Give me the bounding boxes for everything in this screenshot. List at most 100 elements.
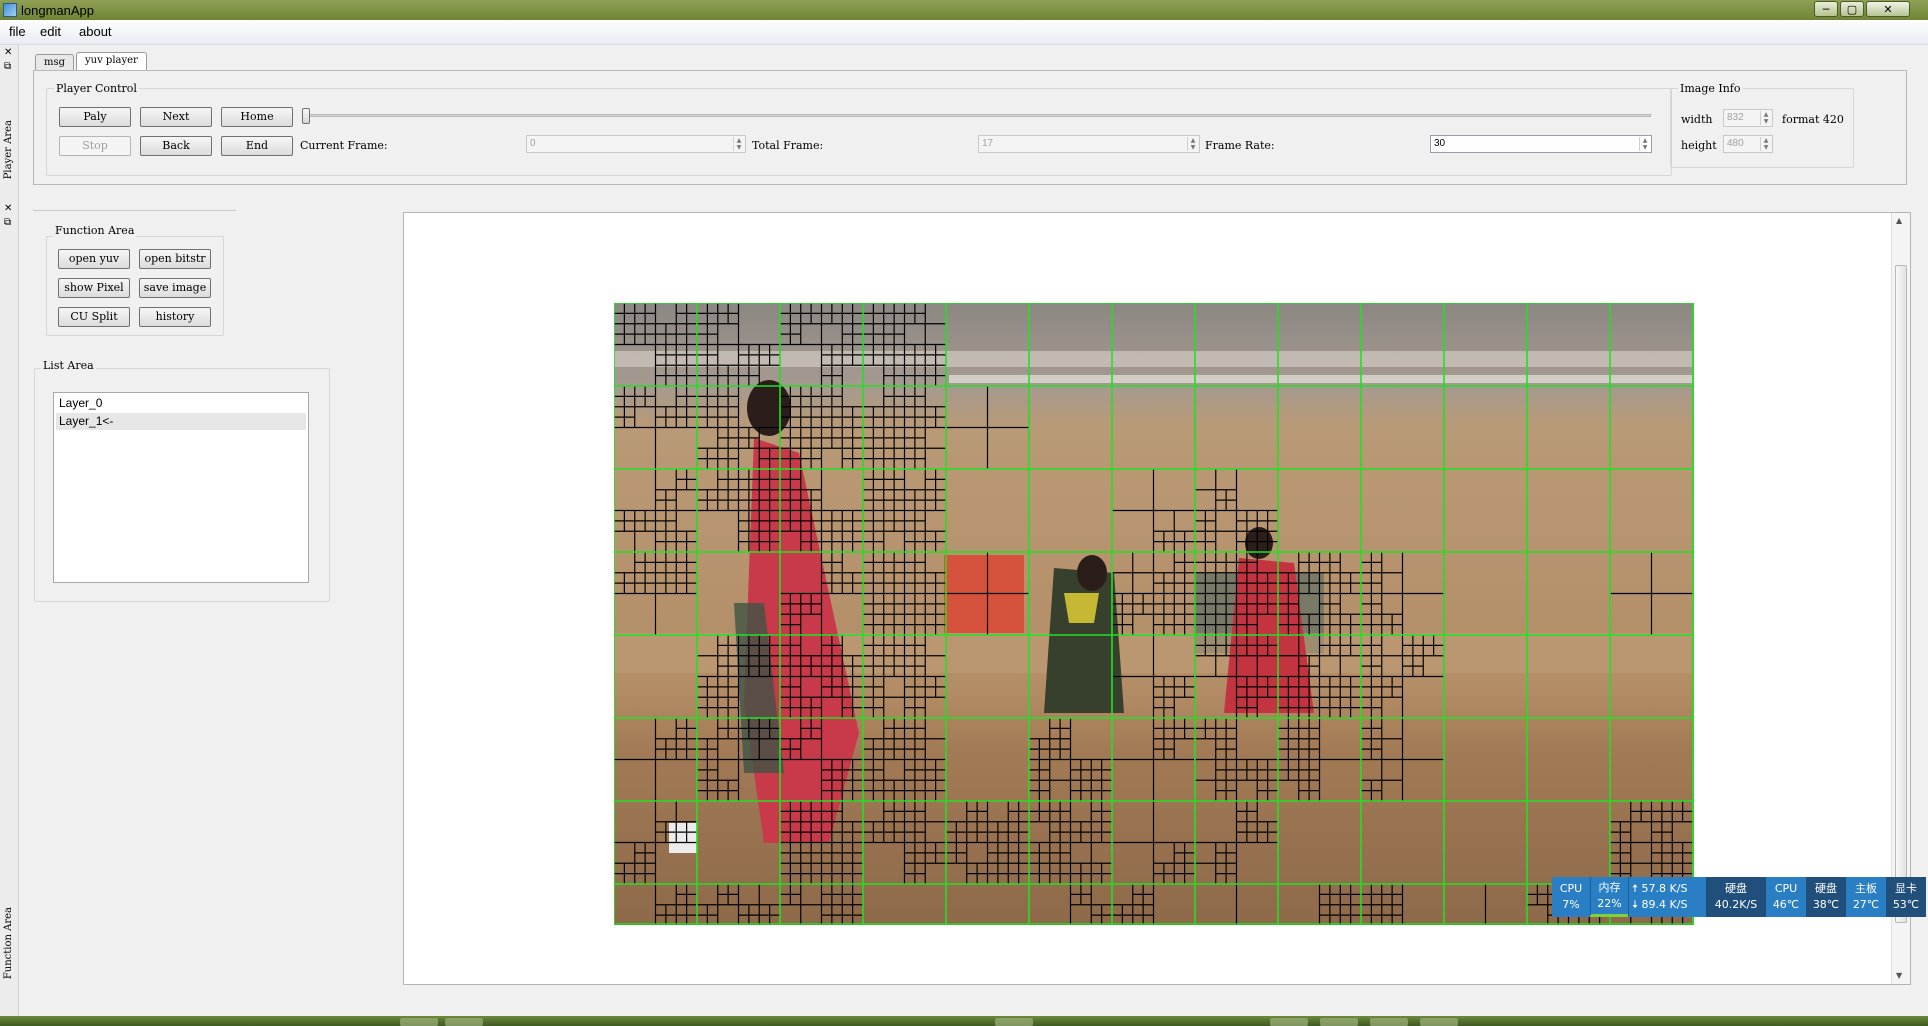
download-arrow-icon: 🠇 xyxy=(1632,898,1639,911)
next-button[interactable]: Next xyxy=(140,107,212,127)
current-frame-label: Current Frame: xyxy=(300,139,388,152)
upload-arrow-icon: 🠅 xyxy=(1632,882,1639,895)
taskbar-button[interactable] xyxy=(445,1018,483,1026)
taskbar-button[interactable] xyxy=(1270,1018,1308,1026)
disk-value: 40.2K/S xyxy=(1714,898,1758,911)
scroll-down-icon[interactable]: ▼ xyxy=(1896,971,1902,980)
frame-slider-track[interactable] xyxy=(308,114,1651,117)
frame-rate-value: 30 xyxy=(1434,138,1446,149)
memory-label: 内存 xyxy=(1598,880,1621,894)
total-frame-label: Total Frame: xyxy=(752,139,824,152)
spin-up-icon[interactable]: ▲ xyxy=(1640,137,1650,144)
disk-temp-label: 硬盘 xyxy=(1815,882,1837,895)
taskbar-button[interactable] xyxy=(1370,1018,1408,1026)
total-frame-spinbox[interactable]: 17 ▲ ▼ xyxy=(978,135,1200,153)
scrollbar-thumb[interactable] xyxy=(1895,265,1907,923)
close-button[interactable]: ✕ xyxy=(1866,1,1910,17)
open-bitstr-button[interactable]: open bitstr xyxy=(139,249,211,269)
maximize-button[interactable]: ▢ xyxy=(1840,1,1864,17)
end-button[interactable]: End xyxy=(221,136,293,156)
list-item[interactable]: Layer_1<- xyxy=(56,413,306,430)
taskbar-button[interactable] xyxy=(995,1018,1033,1026)
disk-temp-value: 38℃ xyxy=(1812,898,1840,911)
show-pixel-button[interactable]: show Pixel xyxy=(58,278,130,298)
gpu-label: 显卡 xyxy=(1895,882,1917,895)
height-spinbox[interactable]: 480 ▲ ▼ xyxy=(1723,135,1773,153)
back-button[interactable]: Back xyxy=(140,136,212,156)
image-info-group xyxy=(1670,88,1854,168)
taskbar-button[interactable] xyxy=(1420,1018,1458,1026)
frame-slider-handle[interactable] xyxy=(302,108,310,124)
spin-down-icon[interactable]: ▼ xyxy=(1761,144,1771,151)
close-dock-icon[interactable]: ✕ xyxy=(4,47,12,58)
taskbar-button[interactable] xyxy=(400,1018,438,1026)
gpu-temp-value: 53℃ xyxy=(1892,898,1920,911)
float-dock-icon[interactable]: ⧉ xyxy=(4,61,11,72)
cpu-usage: CPU 7% xyxy=(1552,877,1590,917)
spin-up-icon[interactable]: ▲ xyxy=(1761,137,1771,144)
history-button[interactable]: history xyxy=(139,307,211,327)
download-speed: 89.4 K/S xyxy=(1641,898,1688,911)
height-value: 480 xyxy=(1727,138,1744,149)
format-label: format 420 xyxy=(1782,113,1844,126)
minimize-button[interactable]: ─ xyxy=(1814,1,1838,17)
spin-down-icon[interactable]: ▼ xyxy=(1188,144,1198,151)
scroll-up-icon[interactable]: ▲ xyxy=(1896,216,1902,225)
frame-rate-spinbox[interactable]: 30 ▲ ▼ xyxy=(1430,135,1652,153)
list-item[interactable]: Layer_0 xyxy=(56,395,306,412)
memory-usage: 内存 22% xyxy=(1590,877,1628,917)
tab-msg[interactable]: msg xyxy=(35,54,75,70)
viewer-vertical-scrollbar[interactable]: ▲ ▼ xyxy=(1891,213,1910,984)
taskbar-button[interactable] xyxy=(1320,1018,1358,1026)
width-spinbox[interactable]: 832 ▲ ▼ xyxy=(1723,109,1773,127)
function-area-dock-title: Function Area xyxy=(3,907,14,980)
current-frame-spinbox[interactable]: 0 ▲ ▼ xyxy=(526,135,746,153)
menu-file[interactable]: file xyxy=(9,24,26,39)
width-value: 832 xyxy=(1727,112,1744,123)
cu-split-button[interactable]: CU Split xyxy=(58,307,130,327)
layer-list[interactable]: Layer_0 Layer_1<- xyxy=(53,392,309,583)
upload-speed: 57.8 K/S xyxy=(1641,882,1688,895)
board-label: 主板 xyxy=(1855,882,1877,895)
board-temperature: 主板 27℃ xyxy=(1846,877,1886,917)
system-monitor-widget: CPU 7% 内存 22% 🠅 57.8 K/S 🠇 89.4 K/S 硬盘 4… xyxy=(1552,877,1926,917)
home-button[interactable]: Home xyxy=(221,107,293,127)
app-icon xyxy=(3,3,17,17)
disk-label: 硬盘 xyxy=(1725,882,1747,895)
total-frame-value: 17 xyxy=(982,138,994,149)
player-area-dock-title: Player Area xyxy=(3,120,14,180)
frame-rate-label: Frame Rate: xyxy=(1205,139,1275,152)
float-dock-icon[interactable]: ⧉ xyxy=(4,217,11,228)
taskbar xyxy=(0,1016,1928,1026)
spin-down-icon[interactable]: ▼ xyxy=(734,144,744,151)
function-area-title: Function Area xyxy=(53,224,137,237)
video-frame[interactable] xyxy=(614,303,1694,925)
player-control-title: Player Control xyxy=(54,82,139,95)
spin-down-icon[interactable]: ▼ xyxy=(1761,118,1771,125)
tab-yuv-player[interactable]: yuv player xyxy=(76,52,147,70)
dock-separator xyxy=(33,210,236,211)
menu-edit[interactable]: edit xyxy=(40,24,61,39)
save-image-button[interactable]: save image xyxy=(139,278,211,298)
cpu-temp-label: CPU xyxy=(1774,882,1798,895)
list-area-title: List Area xyxy=(41,359,96,372)
network-speed: 🠅 57.8 K/S 🠇 89.4 K/S xyxy=(1628,877,1706,917)
close-dock-icon[interactable]: ✕ xyxy=(4,203,12,214)
height-label: height xyxy=(1681,139,1717,152)
stop-button[interactable]: Stop xyxy=(59,136,131,156)
play-button[interactable]: Paly xyxy=(59,107,131,127)
player-control-group xyxy=(46,88,1672,176)
open-yuv-button[interactable]: open yuv xyxy=(58,249,130,269)
width-label: width xyxy=(1681,113,1713,126)
menu-bar: file edit about xyxy=(0,20,1928,45)
menu-about[interactable]: about xyxy=(79,24,112,39)
board-temp-value: 27℃ xyxy=(1852,898,1880,911)
gpu-temperature: 显卡 53℃ xyxy=(1886,877,1926,917)
cpu-temp-value: 46℃ xyxy=(1772,898,1800,911)
spin-down-icon[interactable]: ▼ xyxy=(1640,144,1650,151)
spin-up-icon[interactable]: ▲ xyxy=(1761,111,1771,118)
spin-up-icon[interactable]: ▲ xyxy=(1188,137,1198,144)
title-bar: longmanApp ─ ▢ ✕ xyxy=(0,0,1928,20)
current-frame-value: 0 xyxy=(530,138,536,149)
spin-up-icon[interactable]: ▲ xyxy=(734,137,744,144)
